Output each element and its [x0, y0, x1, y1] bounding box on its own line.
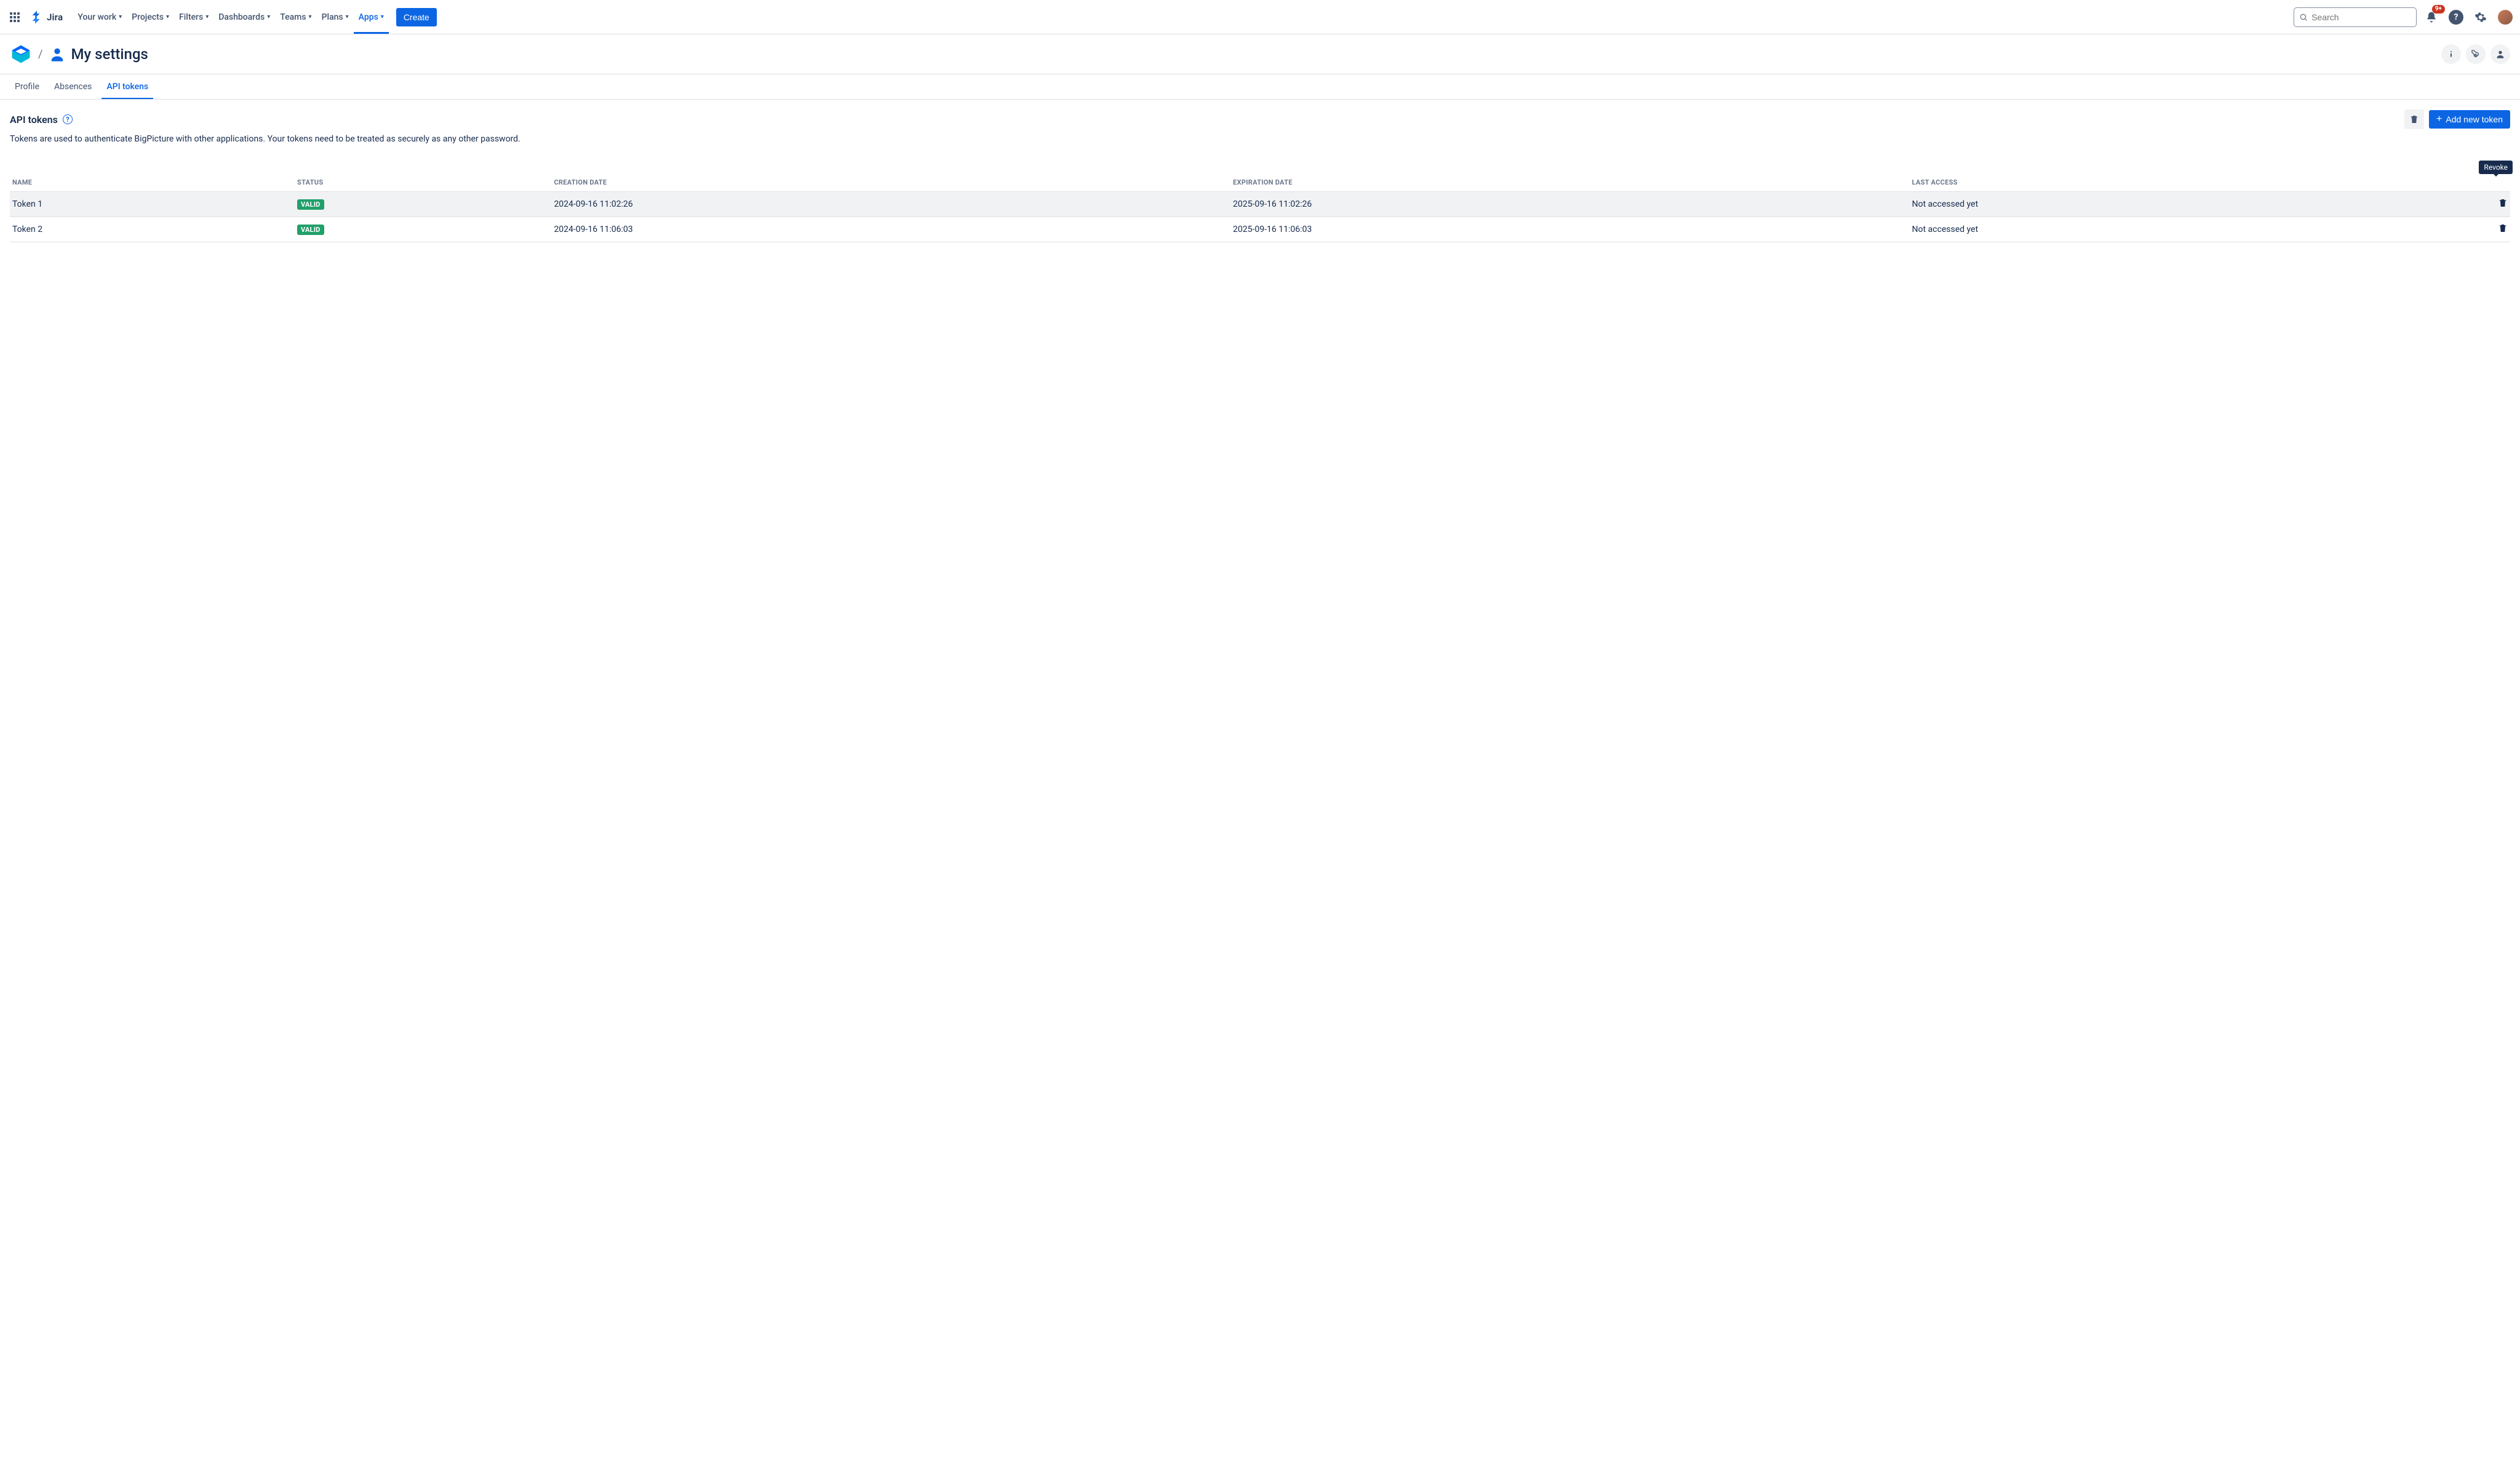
table-body: Token 1VALID 2024-09-16 11:02:262025-09-1… [10, 192, 2510, 242]
bigpicture-logo-icon[interactable] [10, 43, 32, 65]
settings-button[interactable] [2471, 7, 2490, 27]
account-button[interactable] [2490, 44, 2510, 64]
tab-absences[interactable]: Absences [49, 74, 97, 99]
trash-icon [2498, 223, 2508, 233]
nav-item-dashboards[interactable]: Dashboards▾ [213, 0, 275, 34]
add-token-label: Add new token [2446, 114, 2503, 124]
page-header: / My settings [0, 34, 2520, 74]
nav-item-label: Your work [78, 12, 116, 22]
notifications-button[interactable]: 9+ [2422, 7, 2441, 27]
table-row: Token 1VALID 2024-09-16 11:02:262025-09-1… [10, 192, 2510, 217]
nav-item-projects[interactable]: Projects▾ [127, 0, 174, 34]
table-row: Token 2VALID 2024-09-16 11:06:032025-09-1… [10, 217, 2510, 242]
cell-name: Token 1 [10, 192, 295, 217]
cell-expires: 2025-09-16 11:02:26 [1230, 192, 1910, 217]
page-title: My settings [71, 46, 148, 63]
cell-expires: 2025-09-16 11:06:03 [1230, 217, 1910, 242]
person-icon [2495, 49, 2505, 59]
add-token-button[interactable]: + Add new token [2429, 110, 2510, 129]
nav-item-your-work[interactable]: Your work▾ [73, 0, 127, 34]
nav-item-label: Dashboards [218, 12, 265, 22]
col-status: STATUS [295, 173, 551, 192]
nav-items: Your work▾Projects▾Filters▾Dashboards▾Te… [73, 0, 389, 34]
revoke-tooltip: Revoke [2479, 161, 2513, 174]
col-creation-date: CREATION DATE [551, 173, 1230, 192]
cell-name: Token 2 [10, 217, 295, 242]
search-icon [2299, 12, 2308, 22]
chevron-down-icon: ▾ [205, 14, 209, 20]
tools-button[interactable] [2466, 44, 2486, 64]
chevron-down-icon: ▾ [119, 14, 122, 20]
nav-item-label: Projects [132, 12, 164, 22]
user-icon [49, 46, 66, 63]
chevron-down-icon: ▾ [381, 14, 384, 20]
nav-item-label: Filters [179, 12, 203, 22]
top-nav: Jira Your work▾Projects▾Filters▾Dashboar… [0, 0, 2520, 34]
section-description: Tokens are used to authenticate BigPictu… [10, 134, 2510, 144]
notification-badge: 9+ [2432, 5, 2445, 14]
info-icon [2446, 49, 2456, 59]
nav-item-apps[interactable]: Apps▾ [354, 0, 389, 34]
search-input[interactable] [2311, 12, 2411, 22]
chevron-down-icon: ▾ [166, 14, 169, 20]
plus-icon: + [2436, 115, 2442, 124]
section-header: API tokens ? + Add new token [10, 109, 2510, 129]
cell-last-access: Not accessed yet [1910, 217, 2486, 242]
tabs: ProfileAbsencesAPI tokens [0, 74, 2520, 100]
app-switcher-icon[interactable] [7, 10, 22, 25]
section-title: API tokens [10, 114, 58, 125]
nav-item-label: Apps [359, 12, 378, 22]
cell-status: VALID [295, 192, 551, 217]
col-actions: Revoke [2486, 173, 2510, 192]
chevron-down-icon: ▾ [267, 14, 270, 20]
revoke-button[interactable] [2486, 217, 2510, 242]
trash-icon [2498, 198, 2508, 208]
revoke-button[interactable] [2486, 192, 2510, 217]
status-badge: VALID [297, 199, 324, 210]
api-tokens-section: API tokens ? + Add new token Tokens are … [0, 100, 2520, 252]
trash-icon [2409, 114, 2419, 124]
gear-icon [2474, 11, 2487, 23]
chevron-down-icon: ▾ [309, 14, 312, 20]
tab-api-tokens[interactable]: API tokens [102, 74, 153, 99]
cell-last-access: Not accessed yet [1910, 192, 2486, 217]
help-button[interactable]: ? [2446, 7, 2466, 27]
cell-created: 2024-09-16 11:02:26 [551, 192, 1230, 217]
chevron-down-icon: ▾ [346, 14, 349, 20]
cell-status: VALID [295, 217, 551, 242]
info-button[interactable] [2441, 44, 2461, 64]
tab-profile[interactable]: Profile [10, 74, 44, 99]
breadcrumb-separator: / [38, 48, 42, 61]
nav-item-filters[interactable]: Filters▾ [174, 0, 213, 34]
help-icon[interactable]: ? [63, 114, 73, 124]
search-box[interactable] [2294, 7, 2417, 27]
delete-all-button[interactable] [2404, 109, 2424, 129]
nav-item-teams[interactable]: Teams▾ [275, 0, 316, 34]
jira-logo[interactable]: Jira [27, 10, 65, 25]
wrench-icon [2471, 49, 2481, 59]
question-icon: ? [2449, 10, 2463, 25]
col-expiration-date: EXPIRATION DATE [1230, 173, 1910, 192]
nav-item-label: Plans [322, 12, 343, 22]
user-avatar[interactable] [2498, 10, 2513, 25]
table-header-row: NAMESTATUSCREATION DATEEXPIRATION DATELA… [10, 173, 2510, 192]
nav-item-plans[interactable]: Plans▾ [317, 0, 354, 34]
col-last-access: LAST ACCESS [1910, 173, 2486, 192]
col-name: NAME [10, 173, 295, 192]
create-button[interactable]: Create [396, 8, 437, 26]
nav-item-label: Teams [280, 12, 306, 22]
cell-created: 2024-09-16 11:06:03 [551, 217, 1230, 242]
jira-product-name: Jira [47, 12, 63, 23]
tokens-table: NAMESTATUSCREATION DATEEXPIRATION DATELA… [10, 173, 2510, 242]
status-badge: VALID [297, 225, 324, 235]
